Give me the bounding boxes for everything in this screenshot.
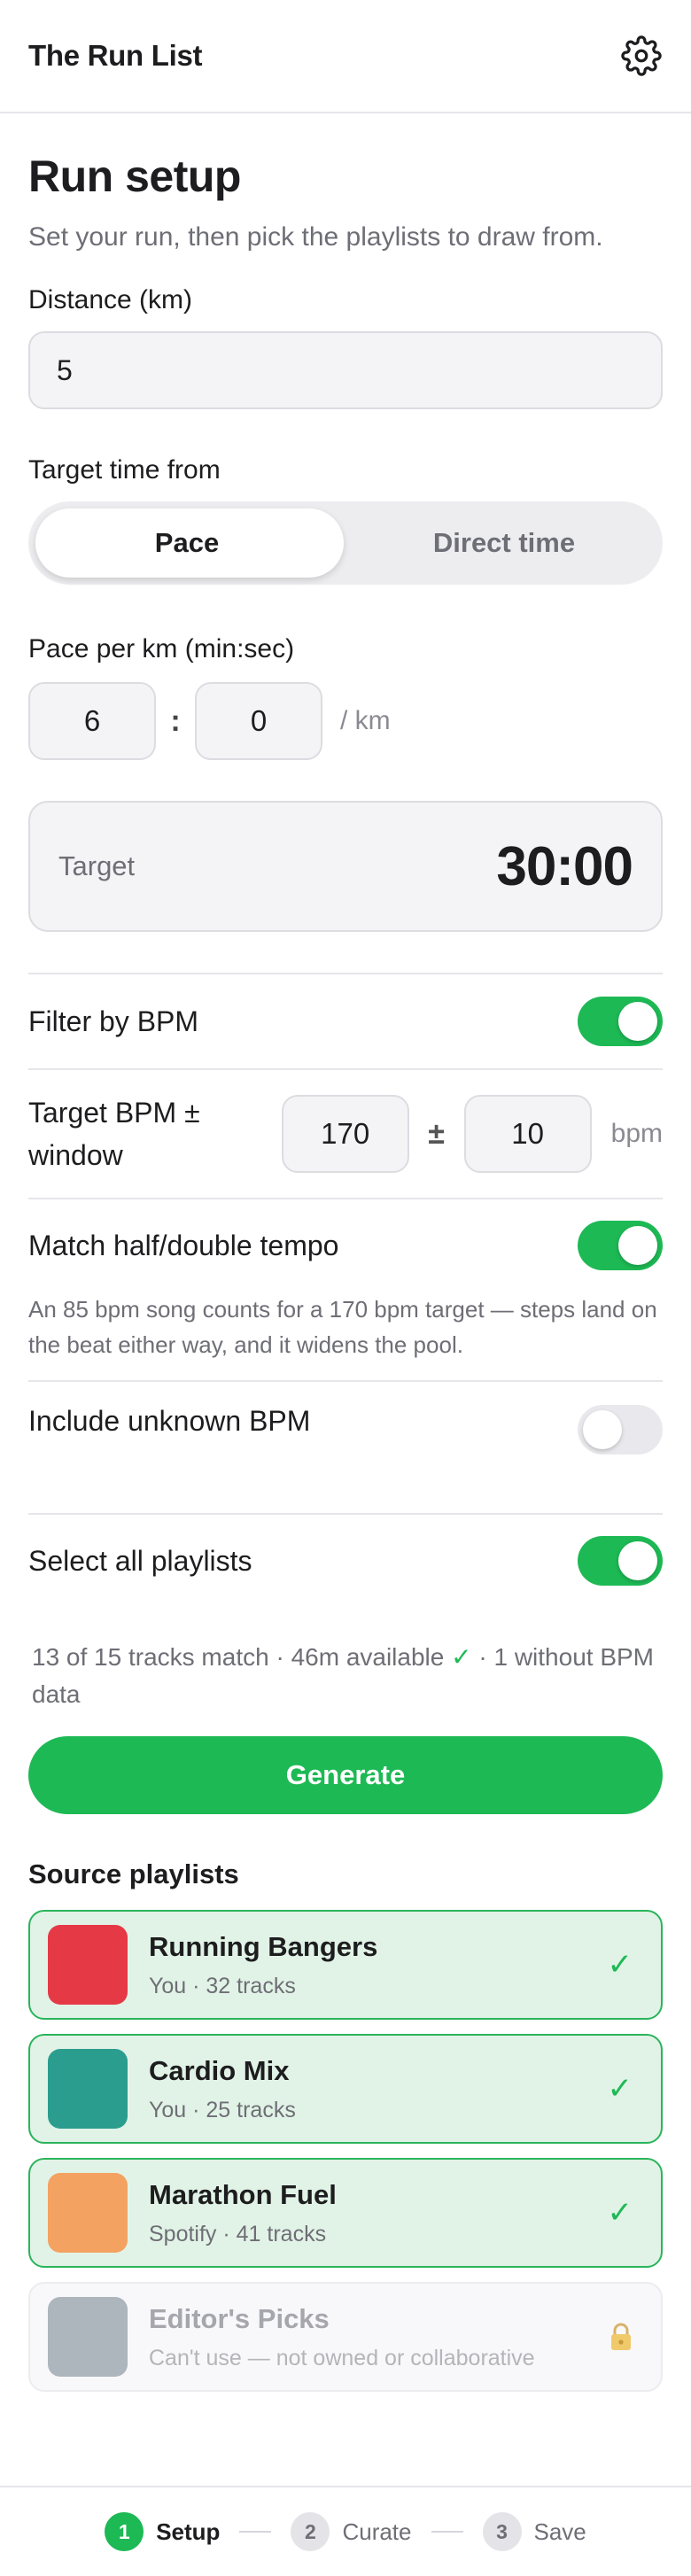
half-double-label: Match half/double tempo xyxy=(28,1229,339,1261)
playlist-name: Marathon Fuel xyxy=(149,2178,337,2210)
main-content: Run setup Set your run, then pick the pl… xyxy=(0,151,691,2392)
step-save[interactable]: 3 Save xyxy=(482,2512,586,2551)
check-icon: ✓ xyxy=(607,2072,633,2106)
match-summary: 13 of 15 tracks match · 46m available ✓ … xyxy=(28,1639,663,1713)
playlist-item-editors-picks: Editor's Picks Can't use — not owned or … xyxy=(28,2282,663,2392)
gear-icon xyxy=(621,35,662,76)
select-all-row: Select all playlists xyxy=(28,1513,663,1607)
page-title: Run setup xyxy=(28,151,241,201)
target-time-value: 30:00 xyxy=(496,835,633,897)
distance-label: Distance (km) xyxy=(28,285,193,314)
playlist-name: Running Bangers xyxy=(149,1930,378,1962)
generate-button[interactable]: Generate xyxy=(28,1736,663,1814)
playlist-meta: Can't use — not owned or collaborative xyxy=(149,2345,535,2370)
playlist-meta: You · 32 tracks xyxy=(149,1973,296,1998)
step-label: Curate xyxy=(342,2518,412,2545)
unknown-bpm-row: Include unknown BPM xyxy=(28,1380,663,1513)
playlist-text: Editor's Picks Can't use — not owned or … xyxy=(149,2303,535,2371)
pace-label: Pace per km (min:sec) xyxy=(28,634,295,663)
playlist-meta: You · 25 tracks xyxy=(149,2097,296,2122)
half-double-row: Match half/double tempo xyxy=(28,1199,663,1292)
lock-icon xyxy=(611,2323,631,2350)
target-time-card: Target 30:00 xyxy=(28,801,663,932)
select-all-toggle[interactable] xyxy=(578,1536,663,1586)
step-number: 2 xyxy=(291,2512,330,2551)
toggle-knob xyxy=(618,1541,657,1580)
playlist-item-cardio-mix[interactable]: Cardio Mix You · 25 tracks ✓ xyxy=(28,2034,663,2144)
playlist-cover xyxy=(48,2297,128,2377)
pace-row: 6 : 0 / km xyxy=(28,682,663,760)
playlist-item-running-bangers[interactable]: Running Bangers You · 32 tracks ✓ xyxy=(28,1910,663,2020)
app-header: The Run List xyxy=(0,0,691,113)
app-title: The Run List xyxy=(28,39,203,72)
target-time-label: Target xyxy=(58,850,136,881)
distance-input[interactable]: 5 xyxy=(28,331,663,409)
pace-unit: / km xyxy=(340,706,391,735)
bpm-window-input[interactable]: 10 xyxy=(463,1095,592,1173)
bpm-unit: bpm xyxy=(610,1119,663,1148)
plus-minus-symbol: ± xyxy=(428,1116,445,1151)
step-label: Save xyxy=(533,2518,586,2545)
pace-seconds-input[interactable]: 0 xyxy=(195,682,322,760)
segment-pace[interactable]: Pace xyxy=(28,501,346,585)
playlist-name: Cardio Mix xyxy=(149,2054,290,2086)
step-connector xyxy=(431,2531,463,2533)
target-from-label: Target time from xyxy=(28,455,221,485)
playlist-meta: Spotify · 41 tracks xyxy=(149,2221,327,2246)
playlist-cover xyxy=(48,2049,128,2129)
target-bpm-row: Target BPM ± window 170 ± 10 bpm xyxy=(28,1068,663,1198)
half-double-helper-text: An 85 bpm song counts for a 170 bpm targ… xyxy=(28,1296,657,1358)
toggle-knob xyxy=(618,1002,657,1041)
step-connector xyxy=(239,2531,272,2533)
toggle-knob xyxy=(583,1410,622,1449)
step-number: 1 xyxy=(105,2512,144,2551)
unknown-bpm-toggle[interactable] xyxy=(578,1405,663,1455)
playlist-text: Running Bangers You · 32 tracks xyxy=(149,1931,377,1999)
half-double-toggle[interactable] xyxy=(578,1221,663,1270)
playlist-list: Running Bangers You · 32 tracks ✓ Cardio… xyxy=(28,1910,663,2392)
unknown-bpm-label: Include unknown BPM xyxy=(28,1405,311,1437)
check-icon: ✓ xyxy=(451,1643,472,1671)
check-icon: ✓ xyxy=(607,1948,633,1982)
pace-minutes-input[interactable]: 6 xyxy=(28,682,156,760)
summary-text-start: 13 of 15 tracks match · 46m available xyxy=(32,1643,452,1671)
pace-separator: : xyxy=(170,703,181,738)
segment-direct-time[interactable]: Direct time xyxy=(346,501,663,585)
filter-bpm-label: Filter by BPM xyxy=(28,1005,199,1037)
target-bpm-label: Target BPM ± window xyxy=(28,1097,200,1171)
filter-bpm-toggle[interactable] xyxy=(578,997,663,1046)
playlist-cover xyxy=(48,1925,128,2005)
step-number: 3 xyxy=(482,2512,522,2551)
settings-button[interactable] xyxy=(620,35,663,77)
half-double-section: Match half/double tempo An 85 bpm song c… xyxy=(28,1198,663,1380)
step-indicator: 1 Setup 2 Curate 3 Save xyxy=(0,2486,691,2576)
playlist-cover xyxy=(48,2173,128,2253)
playlist-text: Marathon Fuel Spotify · 41 tracks xyxy=(149,2179,337,2247)
step-setup[interactable]: 1 Setup xyxy=(105,2512,220,2551)
playlist-text: Cardio Mix You · 25 tracks xyxy=(149,2055,296,2123)
target-from-segmented-control: Pace Direct time xyxy=(28,501,663,585)
step-label: Setup xyxy=(156,2518,221,2545)
page-subtitle: Set your run, then pick the playlists to… xyxy=(28,222,603,252)
select-all-label: Select all playlists xyxy=(28,1544,252,1577)
playlist-item-marathon-fuel[interactable]: Marathon Fuel Spotify · 41 tracks ✓ xyxy=(28,2158,663,2268)
playlist-name: Editor's Picks xyxy=(149,2302,330,2334)
step-curate[interactable]: 2 Curate xyxy=(291,2512,412,2551)
check-icon: ✓ xyxy=(607,2196,633,2230)
target-bpm-controls: 170 ± 10 bpm xyxy=(281,1095,663,1173)
filter-bpm-row: Filter by BPM xyxy=(28,973,663,1068)
target-bpm-input[interactable]: 170 xyxy=(281,1095,409,1173)
source-playlists-title: Source playlists xyxy=(28,1858,239,1889)
toggle-knob xyxy=(618,1226,657,1265)
